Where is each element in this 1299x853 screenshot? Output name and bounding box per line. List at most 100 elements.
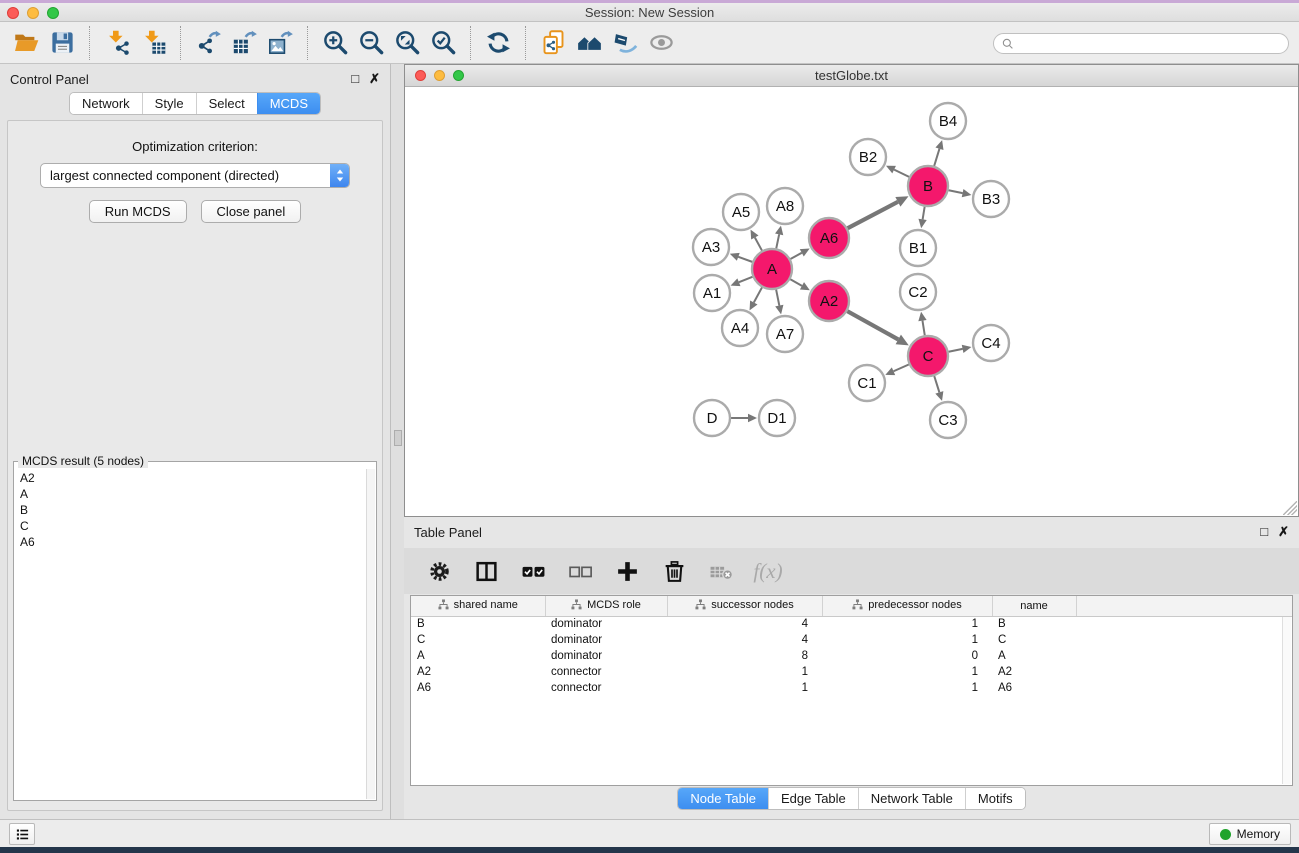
tab-network-table[interactable]: Network Table [858,788,965,809]
table-row[interactable]: A2connector11A2 [411,664,1292,680]
memory-button[interactable]: Memory [1209,823,1291,845]
graph-node-A1[interactable]: A1 [694,275,730,311]
graph-edge-C-C3[interactable] [934,376,943,401]
graph-node-A8[interactable]: A8 [767,188,803,224]
tab-motifs[interactable]: Motifs [965,788,1025,809]
graph-edge-A-A4[interactable] [750,287,762,310]
graph-node-A3[interactable]: A3 [693,229,729,265]
close-panel-button[interactable]: Close panel [201,200,302,223]
graph-node-C2[interactable]: C2 [900,274,936,310]
table-cell[interactable]: dominator [545,616,667,632]
show-hide-panel-button[interactable] [643,25,679,61]
table-cell[interactable]: A6 [411,680,545,696]
table-cell[interactable]: A6 [992,680,1076,696]
zoom-network-view-button[interactable] [453,70,464,81]
table-cell[interactable]: C [411,632,545,648]
vertical-split-handle[interactable] [394,430,402,446]
graph-edge-B-B2[interactable] [886,166,909,177]
close-panel-icon[interactable]: ✗ [369,72,380,86]
mcds-result-scrollbar[interactable] [366,469,375,799]
table-row[interactable]: Cdominator41C [411,632,1292,648]
criterion-dropdown[interactable]: largest connected component (directed) [40,163,350,188]
resize-grip-icon[interactable] [1283,501,1297,515]
import-table-button[interactable] [135,25,171,61]
graph-node-B3[interactable]: B3 [973,181,1009,217]
table-scrollbar[interactable] [1282,617,1291,784]
table-cell[interactable]: dominator [545,632,667,648]
open-folder-button[interactable] [8,25,44,61]
refresh-layout-button[interactable] [480,25,516,61]
graph-node-C1[interactable]: C1 [849,365,885,401]
tab-network[interactable]: Network [70,93,142,114]
zoom-fit-button[interactable] [389,25,425,61]
export-network-button[interactable] [190,25,226,61]
tab-select[interactable]: Select [196,93,257,114]
graph-edge-A-A6[interactable] [790,249,809,259]
graph-node-A2[interactable]: A2 [809,281,849,321]
table-cell[interactable]: C [992,632,1076,648]
graph-node-B4[interactable]: B4 [930,103,966,139]
graph-edge-B-B1[interactable] [918,207,926,229]
table-cell[interactable]: 4 [667,616,822,632]
table-cell[interactable]: B [411,616,545,632]
graph-node-A4[interactable]: A4 [722,310,758,346]
search-input[interactable] [1015,37,1288,51]
float-panel-icon[interactable]: □ [351,72,359,86]
table-cell[interactable]: A [992,648,1076,664]
export-image-button[interactable] [262,25,298,61]
close-network-view-button[interactable] [415,70,426,81]
table-cell[interactable]: 1 [667,664,822,680]
graph-node-A7[interactable]: A7 [767,316,803,352]
home-button[interactable] [571,25,607,61]
zoom-selected-button[interactable] [425,25,461,61]
graph-node-C4[interactable]: C4 [973,325,1009,361]
graph-edge-D-D1[interactable] [731,414,757,422]
table-row[interactable]: Bdominator41B [411,616,1292,632]
toggle-graphics-details-button[interactable] [607,25,643,61]
table-cell[interactable]: dominator [545,648,667,664]
settings-button[interactable] [420,552,458,590]
table-cell[interactable]: A [411,648,545,664]
close-table-panel-icon[interactable]: ✗ [1278,525,1289,539]
column-header-MCDS-role[interactable]: MCDS role [545,596,667,616]
zoom-out-button[interactable] [353,25,389,61]
delete-row-button[interactable] [655,552,693,590]
zoom-in-button[interactable] [317,25,353,61]
graph-edge-B-B3[interactable] [949,189,972,197]
tab-edge-table[interactable]: Edge Table [768,788,858,809]
task-history-button[interactable] [9,823,35,845]
table-cell[interactable]: A2 [992,664,1076,680]
deselect-all-button[interactable] [561,552,599,590]
graph-edge-A-A3[interactable] [730,253,752,262]
tab-style[interactable]: Style [142,93,196,114]
export-table-button[interactable] [226,25,262,61]
table-row[interactable]: Adominator80A [411,648,1292,664]
graph-edge-B-B4[interactable] [934,140,943,166]
new-network-from-selection-button[interactable] [535,25,571,61]
run-mcds-button[interactable]: Run MCDS [89,200,187,223]
mcds-result-item[interactable]: A6 [15,534,365,550]
graph-node-A[interactable]: A [752,249,792,289]
graph-edge-A-A1[interactable] [731,277,753,286]
table-cell[interactable]: 1 [822,664,992,680]
column-header-predecessor-nodes[interactable]: predecessor nodes [822,596,992,616]
column-header-shared-name[interactable]: shared name [411,596,545,616]
mcds-result-item[interactable]: C [15,518,365,534]
mcds-result-item[interactable]: A [15,486,365,502]
minimize-window-button[interactable] [27,7,39,19]
tab-mcds[interactable]: MCDS [257,93,320,114]
table-cell[interactable]: 4 [667,632,822,648]
close-window-button[interactable] [7,7,19,19]
graph-edge-A-A5[interactable] [751,230,762,251]
search-field[interactable] [993,33,1289,54]
network-graph[interactable]: B4B2BB3A8A5A6B1A3AA1C2A2A4A7C4CC1C3DD1 [405,87,1298,516]
graph-node-B1[interactable]: B1 [900,230,936,266]
graph-node-B2[interactable]: B2 [850,139,886,175]
import-network-button[interactable] [99,25,135,61]
table-cell[interactable]: connector [545,664,667,680]
graph-edge-C-C2[interactable] [918,312,926,335]
mcds-result-item[interactable]: B [15,502,365,518]
graph-edge-A-A7[interactable] [775,290,783,315]
table-row[interactable]: A6connector11A6 [411,680,1292,696]
graph-edge-A6-B[interactable] [848,196,909,228]
